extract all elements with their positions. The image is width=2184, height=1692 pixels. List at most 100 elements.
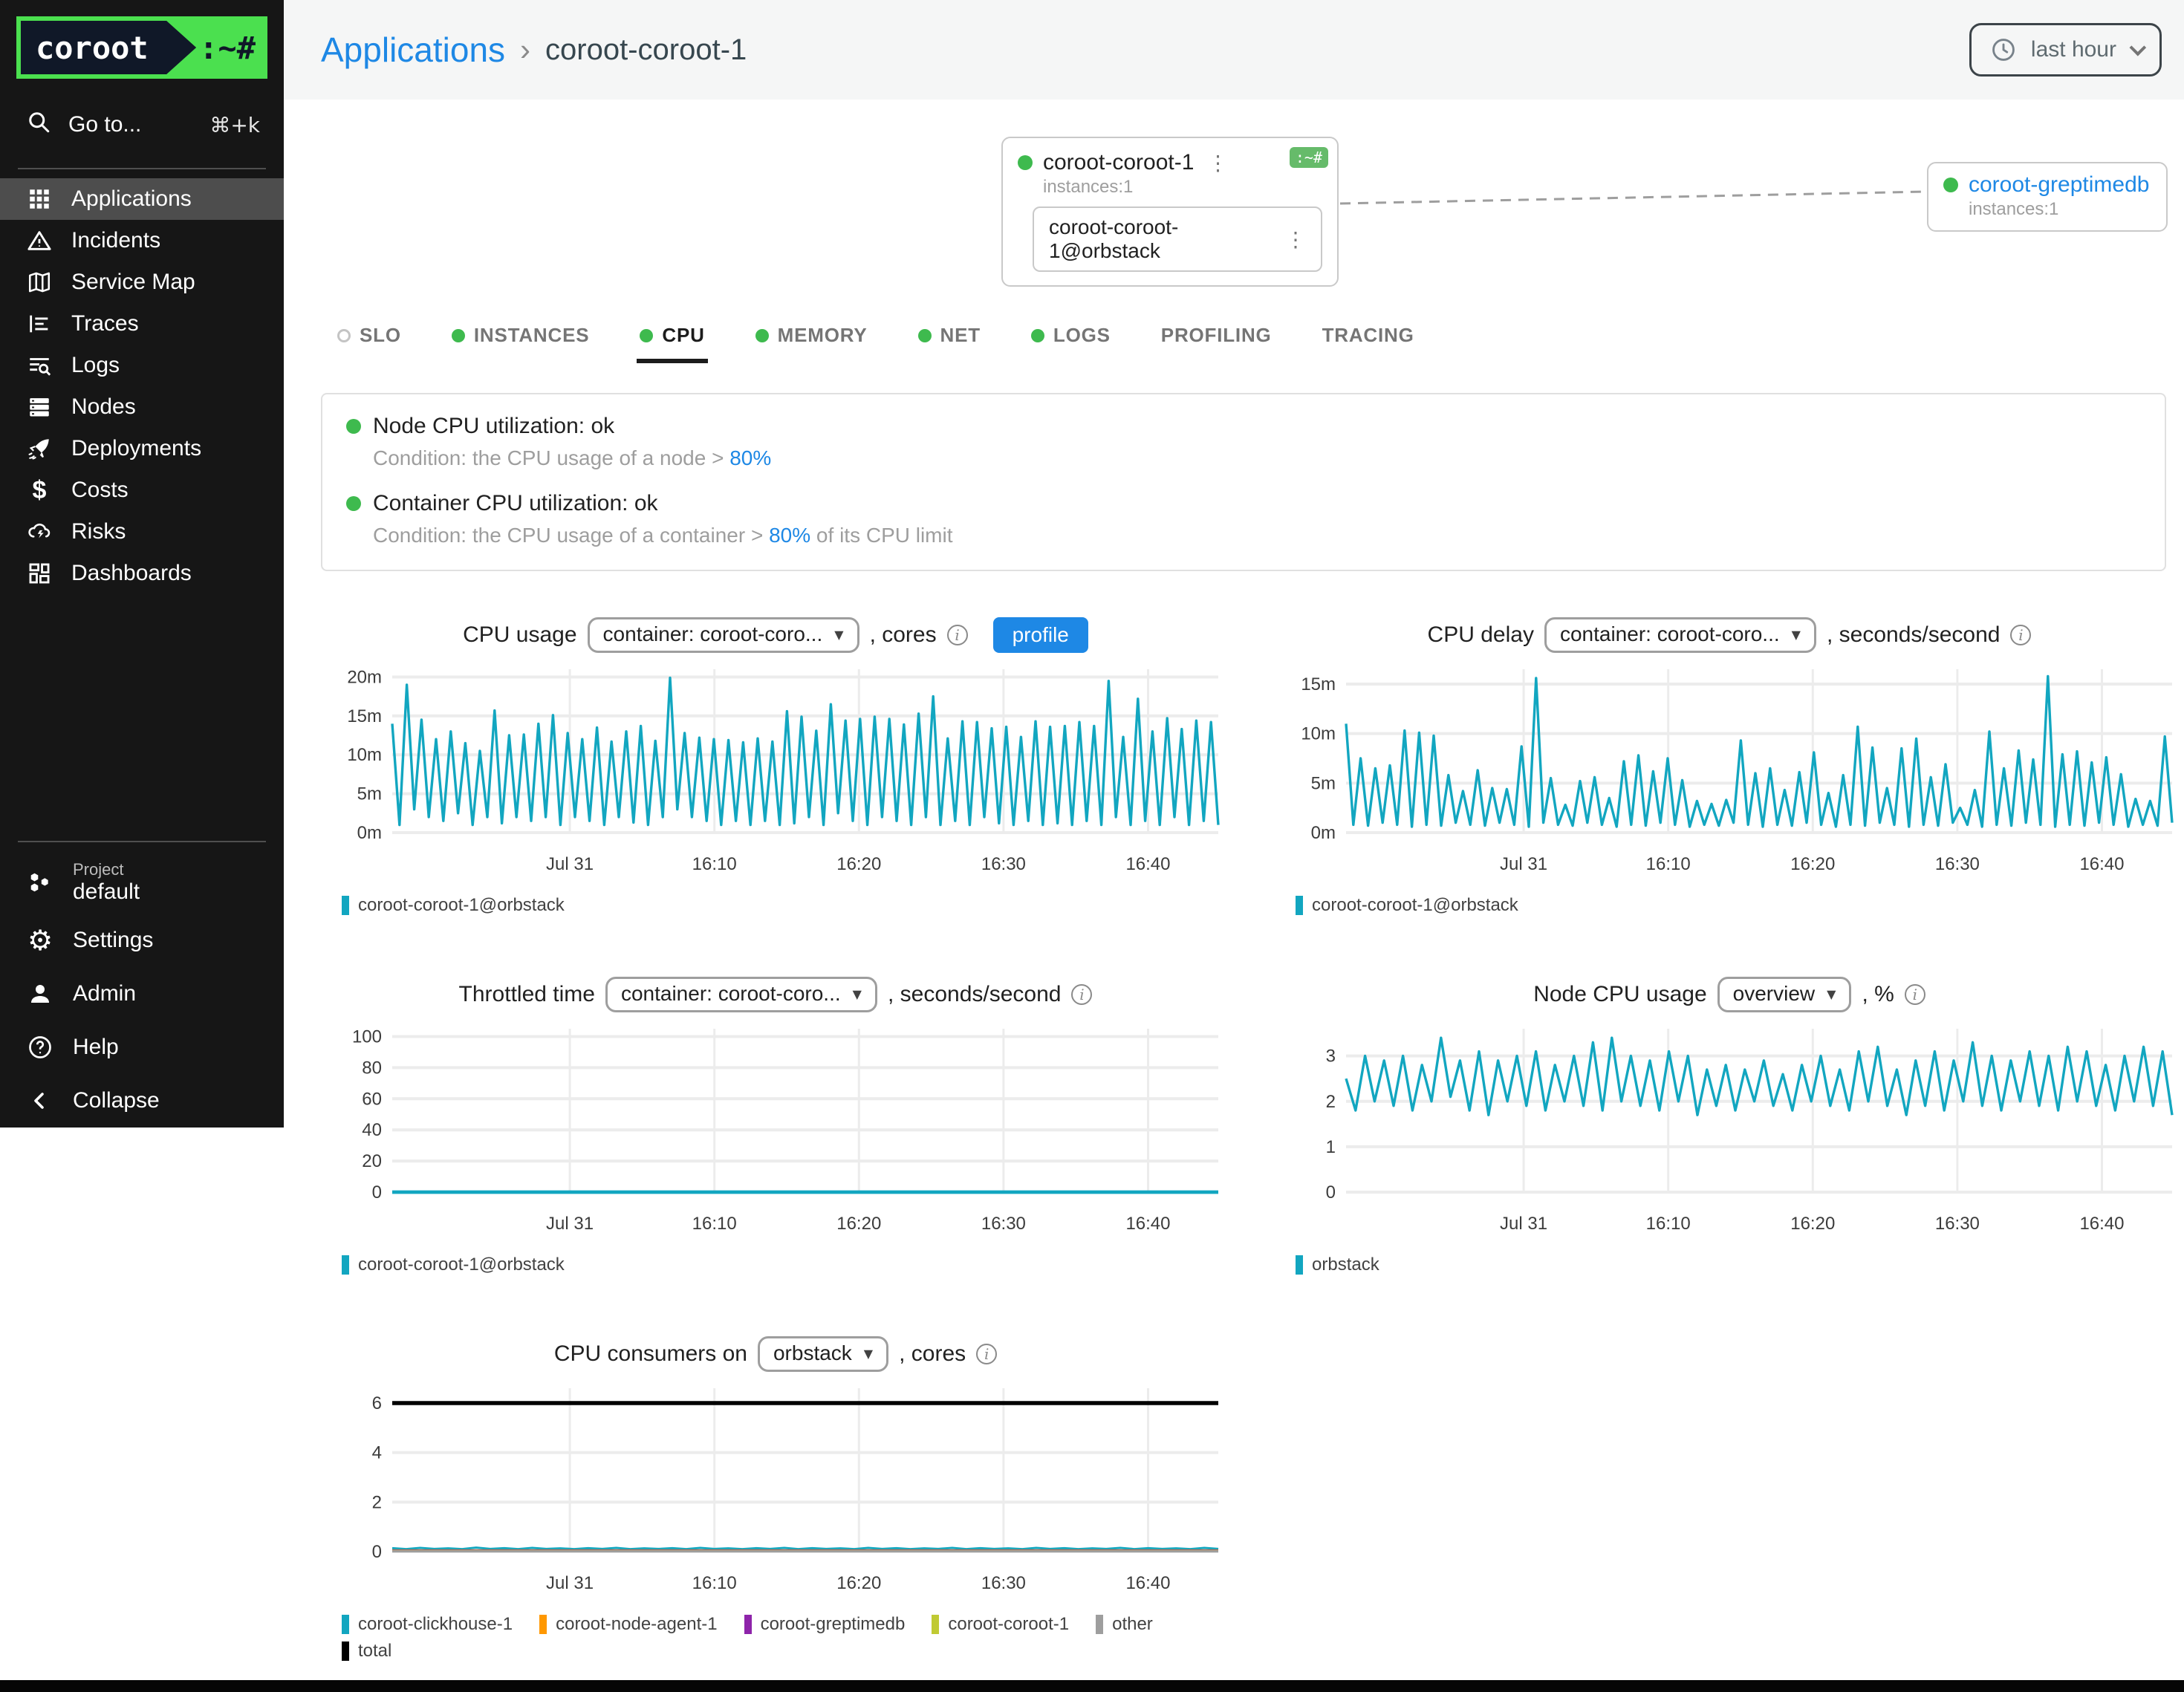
- app-card-coroot-coroot-1[interactable]: :~# coroot-coroot-1 ⋮ instances:1 coroot…: [1001, 137, 1339, 287]
- legend-item[interactable]: coroot-coroot-1@orbstack: [342, 1255, 565, 1275]
- sidebar-item-label: Admin: [73, 981, 136, 1006]
- tab-cpu[interactable]: CPU: [637, 312, 707, 363]
- series-selector[interactable]: container: coroot-coro...▼: [1544, 617, 1816, 653]
- svg-text:2: 2: [372, 1492, 382, 1512]
- sidebar-item-label: Help: [73, 1035, 119, 1060]
- legend-item[interactable]: coroot-greptimedb: [744, 1614, 906, 1635]
- breadcrumb-applications-link[interactable]: Applications: [321, 30, 505, 70]
- svg-text:40: 40: [362, 1120, 382, 1140]
- tab-slo[interactable]: SLO: [334, 312, 404, 363]
- sidebar-item-settings[interactable]: ⚙ Settings: [0, 914, 284, 967]
- info-icon[interactable]: i: [1905, 984, 1925, 1005]
- kebab-menu-icon[interactable]: ⋮: [1204, 151, 1231, 175]
- check-title: Container CPU utilization: ok: [373, 491, 658, 516]
- legend-swatch: [342, 1615, 349, 1634]
- series-selector[interactable]: container: coroot-coro...▼: [605, 977, 877, 1012]
- info-icon[interactable]: i: [2010, 625, 2031, 645]
- svg-text:16:10: 16:10: [692, 1573, 737, 1593]
- sidebar-item-deployments[interactable]: Deployments: [0, 428, 284, 469]
- chart-legend: orbstack: [1296, 1255, 2172, 1275]
- legend-label: coroot-coroot-1: [948, 1614, 1069, 1635]
- dropdown-arrow-icon: ▼: [1792, 628, 1801, 642]
- tab-tracing[interactable]: TRACING: [1319, 312, 1417, 363]
- app-card-coroot-greptimedb[interactable]: coroot-greptimedb instances:1: [1927, 162, 2168, 232]
- sidebar-item-incidents[interactable]: Incidents: [0, 220, 284, 261]
- time-range-picker[interactable]: last hour: [1969, 23, 2162, 77]
- project-value: default: [73, 879, 140, 905]
- tab-logs[interactable]: LOGS: [1028, 312, 1114, 363]
- info-icon[interactable]: i: [976, 1344, 997, 1364]
- svg-text:16:10: 16:10: [692, 854, 737, 874]
- threshold-link[interactable]: 80%: [729, 446, 771, 469]
- legend-item[interactable]: coroot-node-agent-1: [539, 1614, 717, 1635]
- search-icon: [25, 108, 52, 141]
- legend-item[interactable]: coroot-coroot-1@orbstack: [1296, 895, 1518, 916]
- legend-item[interactable]: coroot-clickhouse-1: [342, 1614, 513, 1635]
- throttled-time-plot: Jul 3116:1016:2016:3016:40020406080100: [321, 1020, 1230, 1243]
- instance-name: coroot-coroot-1@orbstack: [1049, 215, 1282, 263]
- breadcrumb: Applications › coroot-coroot-1: [321, 30, 747, 70]
- instances-count: instances:1: [1043, 177, 1322, 198]
- legend-item[interactable]: coroot-coroot-1@orbstack: [342, 895, 565, 916]
- chart-title: CPU delay container: coroot-coro...▼ , s…: [1275, 616, 2184, 654]
- sidebar-item-dashboards[interactable]: Dashboards: [0, 553, 284, 594]
- svg-text:6: 6: [372, 1393, 382, 1413]
- coroot-logo[interactable]: coroot :~#: [16, 16, 267, 79]
- sidebar-item-label: Incidents: [71, 228, 160, 253]
- sidebar-item-admin[interactable]: Admin: [0, 967, 284, 1021]
- threshold-link[interactable]: 80%: [769, 524, 810, 547]
- svg-text:0: 0: [1326, 1182, 1336, 1203]
- sidebar-item-risks[interactable]: Risks: [0, 511, 284, 553]
- legend-item[interactable]: other: [1096, 1614, 1153, 1635]
- status-dot-green: [346, 419, 361, 434]
- sidebar-item-applications[interactable]: Applications: [0, 178, 284, 220]
- info-icon[interactable]: i: [947, 625, 968, 645]
- kebab-menu-icon[interactable]: ⋮: [1282, 227, 1309, 252]
- warning-triangle-icon: [27, 228, 52, 253]
- legend-label: coroot-coroot-1@orbstack: [1312, 895, 1518, 916]
- sidebar-item-label: Deployments: [71, 436, 201, 461]
- svg-text:Jul 31: Jul 31: [546, 854, 594, 874]
- chart-cpu-consumers: CPU consumers on orbstack▼ , cores i Jul…: [321, 1335, 1230, 1662]
- sidebar-item-collapse[interactable]: Collapse: [0, 1074, 284, 1128]
- svg-text:2: 2: [1326, 1092, 1336, 1112]
- cpu-checks-panel: Node CPU utilization: ok Condition: the …: [321, 393, 2166, 571]
- app-link[interactable]: coroot-greptimedb: [1969, 172, 2149, 198]
- legend-label: coroot-greptimedb: [761, 1614, 906, 1635]
- sidebar-project-selector[interactable]: Project default: [0, 851, 284, 914]
- svg-text:1: 1: [1326, 1137, 1336, 1157]
- chart-title: Node CPU usage overview▼ , % i: [1275, 975, 2184, 1014]
- tab-net[interactable]: NET: [915, 312, 984, 363]
- instance-item[interactable]: coroot-coroot-1@orbstack ⋮: [1033, 206, 1322, 272]
- apps-grid-icon: [27, 186, 52, 212]
- node-selector[interactable]: orbstack▼: [758, 1336, 888, 1372]
- sidebar-item-nodes[interactable]: Nodes: [0, 386, 284, 428]
- sidebar-item-service-map[interactable]: Service Map: [0, 261, 284, 303]
- legend-label: total: [358, 1641, 391, 1662]
- sidebar-item-logs[interactable]: Logs: [0, 345, 284, 386]
- chart-title: Throttled time container: coroot-coro...…: [321, 975, 1230, 1014]
- goto-search[interactable]: Go to... ⌘+k: [0, 88, 284, 159]
- tab-profiling[interactable]: PROFILING: [1158, 312, 1275, 363]
- legend-label: coroot-clickhouse-1: [358, 1614, 513, 1635]
- sidebar-item-label: Costs: [71, 478, 129, 503]
- svg-text:15m: 15m: [347, 706, 382, 726]
- person-icon: [27, 980, 53, 1007]
- svg-text:15m: 15m: [1301, 674, 1336, 694]
- legend-item[interactable]: orbstack: [1296, 1255, 1379, 1275]
- sidebar-item-traces[interactable]: Traces: [0, 303, 284, 345]
- sidebar-item-costs[interactable]: $ Costs: [0, 469, 284, 511]
- profile-button[interactable]: profile: [993, 617, 1088, 653]
- tab-instances[interactable]: INSTANCES: [449, 312, 593, 363]
- chart-title: CPU consumers on orbstack▼ , cores i: [321, 1335, 1230, 1373]
- series-selector[interactable]: container: coroot-coro...▼: [588, 617, 859, 653]
- sidebar-divider: [18, 841, 266, 842]
- legend-item[interactable]: total: [342, 1641, 391, 1662]
- series-selector[interactable]: overview▼: [1717, 977, 1852, 1012]
- info-icon[interactable]: i: [1071, 984, 1092, 1005]
- sidebar-item-help[interactable]: Help: [0, 1021, 284, 1074]
- tab-memory[interactable]: MEMORY: [753, 312, 871, 363]
- clock-icon: [1989, 36, 2018, 64]
- legend-item[interactable]: coroot-coroot-1: [932, 1614, 1069, 1635]
- check-title: Node CPU utilization: ok: [373, 414, 614, 439]
